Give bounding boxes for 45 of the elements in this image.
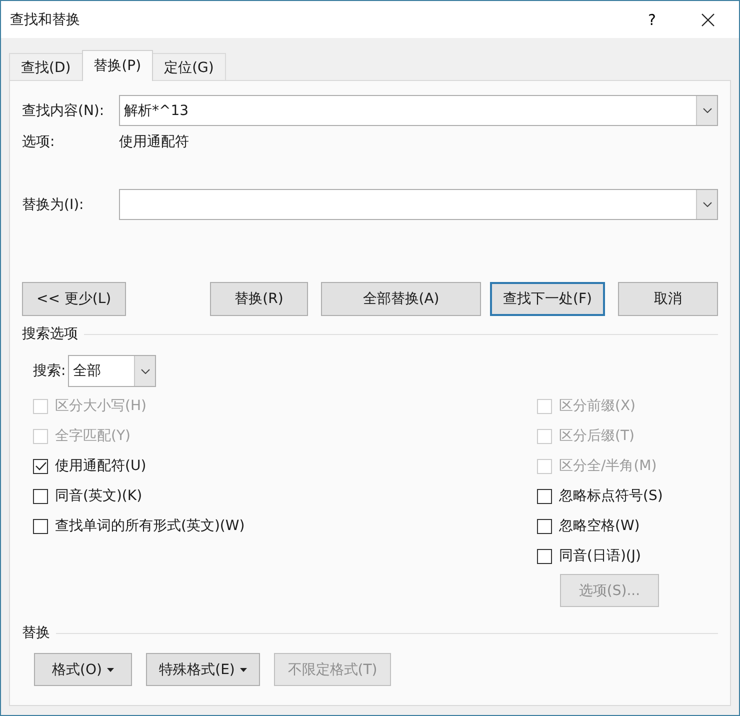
checkbox[interactable] bbox=[537, 518, 552, 534]
checkbox-label: 区分前缀(X) bbox=[559, 397, 636, 415]
tab[interactable]: 定位(G) bbox=[152, 53, 226, 81]
dialog-button[interactable]: 查找下一处(F) bbox=[490, 282, 606, 316]
format-button[interactable]: 特殊格式(E) bbox=[146, 653, 260, 686]
field-label: 替换为(I): bbox=[22, 196, 85, 214]
checkbox[interactable] bbox=[33, 488, 48, 504]
checkbox-label: 使用通配符(U) bbox=[55, 457, 146, 475]
checkbox[interactable] bbox=[33, 458, 48, 474]
tab[interactable]: 查找(D) bbox=[9, 53, 83, 81]
chevron-down-icon bbox=[140, 368, 150, 374]
close-icon bbox=[701, 12, 715, 26]
options-value: 使用通配符 bbox=[119, 132, 189, 150]
checkbox[interactable] bbox=[33, 518, 48, 534]
help-button[interactable]: ? bbox=[629, 1, 675, 38]
checkbox-label: 同音(英文)(K) bbox=[55, 487, 142, 505]
combo-field[interactable]: 解析*^13 bbox=[119, 95, 718, 126]
dialog-button[interactable]: 全部替换(A) bbox=[321, 282, 481, 316]
checkbox-label: 查找单词的所有形式(英文)(W) bbox=[55, 517, 245, 535]
format-button[interactable]: 格式(O) bbox=[34, 653, 132, 686]
checkbox[interactable] bbox=[537, 488, 552, 504]
checkbox-label: 区分大小写(H) bbox=[55, 397, 146, 415]
tab[interactable]: 替换(P) bbox=[82, 50, 154, 81]
checkbox-label: 忽略空格(W) bbox=[559, 517, 640, 535]
caret-icon bbox=[106, 668, 114, 672]
section-title: 替换 bbox=[22, 624, 50, 642]
dialog-button[interactable]: 替换(R) bbox=[210, 282, 308, 316]
options-label: 选项: bbox=[22, 132, 56, 150]
checkbox-label: 区分全/半角(M) bbox=[559, 457, 657, 475]
chevron-down-icon bbox=[702, 108, 712, 113]
checkbox-label: 区分后缀(T) bbox=[559, 427, 634, 445]
search-dropdown[interactable]: 全部 bbox=[68, 355, 156, 387]
checkbox-label: 忽略标点符号(S) bbox=[559, 487, 663, 505]
combo-field[interactable] bbox=[119, 189, 718, 220]
checkbox[interactable] bbox=[537, 548, 552, 564]
window-title: 查找和替换 bbox=[10, 10, 81, 28]
checkbox-label: 同音(日语)(J) bbox=[559, 547, 641, 565]
dialog-button[interactable]: << 更少(L) bbox=[22, 282, 126, 316]
caret-icon bbox=[240, 668, 247, 672]
dialog-button[interactable]: 取消 bbox=[618, 282, 718, 316]
checkbox-label: 全字匹配(Y) bbox=[55, 427, 130, 445]
section-title: 搜索选项 bbox=[22, 325, 78, 343]
chevron-down-icon bbox=[702, 202, 712, 207]
search-label: 搜索: bbox=[33, 362, 67, 380]
field-label: 查找内容(N): bbox=[22, 102, 106, 120]
